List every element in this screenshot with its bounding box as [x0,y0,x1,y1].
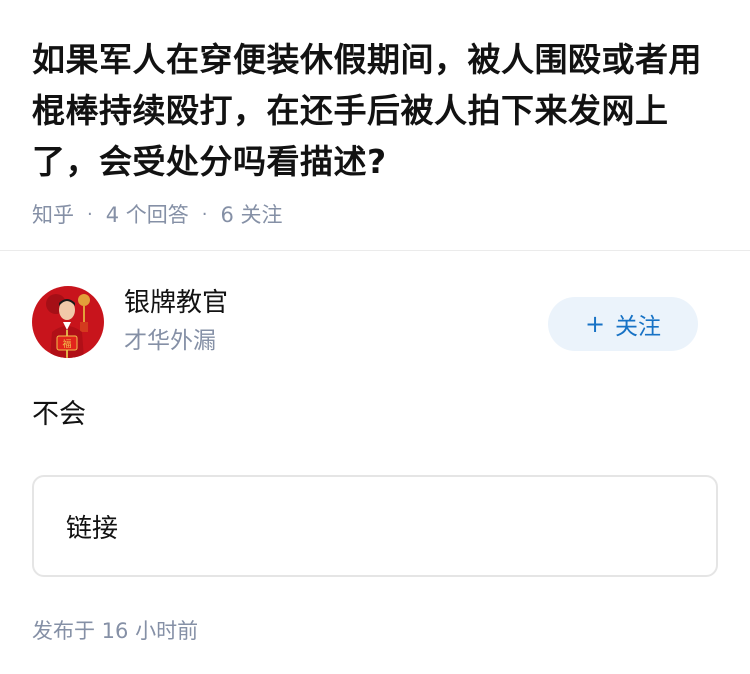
publish-time: 发布于 16 小时前 [32,619,199,643]
follow-button[interactable]: + 关注 [548,297,698,351]
follower-count[interactable]: 6 关注 [221,199,283,229]
answer-content: 不会 [32,399,86,430]
author-tagline: 才华外漏 [124,328,216,354]
question-title[interactable]: 如果军人在穿便装休假期间，被人围殴或者用棍棒持续殴打，在还手后被人拍下来发网上了… [32,34,722,187]
link-text: 链接 [66,513,119,544]
source-label[interactable]: 知乎 [32,199,74,229]
question-meta: 知乎 · 4 个回答 · 6 关注 [32,199,718,229]
meta-separator: · [87,203,93,225]
answer-card: 福 银牌教官 才华外漏 + 关注 不会 链接 发布于 16 小时前 [0,285,750,645]
author-row: 福 银牌教官 才华外漏 + 关注 [32,285,718,359]
avatar-image: 福 [32,286,104,358]
author-name[interactable]: 银牌教官 [124,286,548,320]
answer-count[interactable]: 4 个回答 [106,199,189,229]
avatar-badge-text: 福 [62,338,71,350]
link-card[interactable]: 链接 [32,475,718,577]
question-header: 如果军人在穿便装休假期间，被人围殴或者用棍棒持续殴打，在还手后被人拍下来发网上了… [0,0,750,251]
follow-label: 关注 [615,314,662,340]
meta-separator: · [201,203,208,225]
author-info: 银牌教官 才华外漏 [124,286,548,358]
avatar[interactable]: 福 [32,286,104,358]
plus-icon: + [584,310,606,338]
